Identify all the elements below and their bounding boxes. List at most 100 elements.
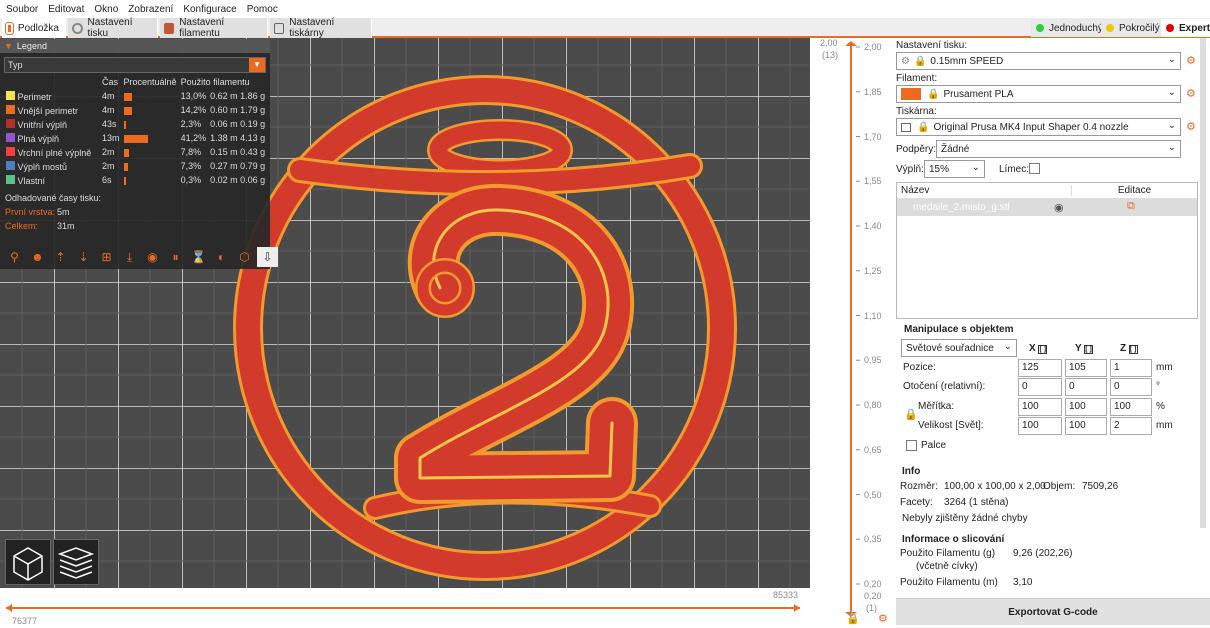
chevron-down-icon[interactable]: ▼: [249, 58, 265, 72]
legend-row[interactable]: Plná výplň 13m 41,2% 1.38 m 4.13 g: [4, 131, 267, 145]
center-of-gravity-icon[interactable]: ◐: [211, 247, 232, 267]
infill-select[interactable]: 15% ⌄: [924, 160, 985, 178]
legend-row-time: 4m: [102, 105, 115, 115]
menu-editovat[interactable]: Editovat: [48, 4, 84, 15]
horizontal-slider-track: [6, 604, 800, 612]
inches-checkbox[interactable]: [906, 440, 917, 451]
position-x-input[interactable]: 125: [1018, 359, 1062, 377]
legend-row[interactable]: Výplň mostů 2m 7,3% 0.27 m 0.79 g: [4, 159, 267, 173]
edit-object-icon[interactable]: ⧉: [1127, 200, 1135, 213]
tab-print-settings[interactable]: Nastavení tisku: [68, 17, 158, 39]
legend-row[interactable]: Perimetr 4m 13,0% 0.62 m 1.86 g: [4, 89, 267, 103]
deretractions-icon[interactable]: ⇣: [73, 247, 94, 267]
printer-icon: [274, 22, 285, 34]
legend-header[interactable]: ▼ Legend: [0, 39, 270, 53]
chevron-down-icon: ⌄: [1167, 120, 1176, 131]
vertical-layer-slider[interactable]: 2,00 (13) 2,00 1,85 1,70 1,55 1,40 1,25 1,10 0,…: [810, 38, 896, 625]
filament-color-swatch[interactable]: [901, 88, 921, 100]
legend-row-time: 43s: [102, 119, 117, 129]
color-changes-icon[interactable]: ◉: [142, 247, 163, 267]
tab-podlozka[interactable]: Podložka: [2, 18, 66, 38]
size-x-input[interactable]: 100: [1018, 417, 1062, 435]
mode-expert[interactable]: Expert: [1161, 19, 1210, 37]
filament-profile-select[interactable]: 🔒 Prusament PLA ⌄: [896, 85, 1181, 103]
tab-filament-settings[interactable]: Nastavení filamentu: [160, 17, 268, 39]
position-z-input[interactable]: 1: [1110, 359, 1152, 377]
info-facets-value: 3264 (1 stěna): [944, 497, 1009, 508]
mode-simple[interactable]: Jednoduchý: [1031, 19, 1108, 37]
print-profile-select[interactable]: ⚙ 🔒 0.15mm SPEED ⌄: [896, 52, 1181, 70]
export-gcode-label: Exportovat G-code: [1008, 606, 1098, 618]
estimated-times-label: Odhadované časy tisku:: [5, 193, 102, 203]
horizontal-slider[interactable]: 85333 76377: [0, 588, 840, 626]
info-errors: Nebyly zjištěny žádné chyby: [902, 513, 1028, 524]
seams-icon[interactable]: ⊞: [96, 247, 117, 267]
scale-x-input[interactable]: 100: [1018, 398, 1062, 416]
legend-row[interactable]: Vnitřní výplň 43s 2,3% 0.06 m 0.19 g: [4, 117, 267, 131]
retractions-icon[interactable]: ⇡: [50, 247, 71, 267]
rotation-z-input[interactable]: 0: [1110, 378, 1152, 396]
menu-okno[interactable]: Okno: [94, 4, 118, 15]
legend-row-percent-text: 14,2%: [180, 105, 207, 115]
print-profile-value: 0.15mm SPEED: [930, 55, 1004, 67]
lock-scale-icon[interactable]: 🔒: [904, 408, 918, 421]
used-filament-g-value: 9,26 (202,26): [1013, 548, 1073, 559]
object-name: medaile_2.misto_g.stl: [913, 202, 1010, 213]
column-name-header[interactable]: Název: [897, 185, 1072, 196]
printer-label: Tiskárna:: [896, 106, 937, 117]
legend-row[interactable]: Vrchní plné výplně 2m 7,8% 0.15 m 0.43 g: [4, 145, 267, 159]
rotation-x-input[interactable]: 0: [1018, 378, 1062, 396]
size-z-input[interactable]: 2: [1110, 417, 1152, 435]
object-row[interactable]: medaile_2.misto_g.stl ◉ ⧉: [897, 199, 1197, 216]
legend-row-time: 13m: [102, 133, 120, 143]
legend-row[interactable]: Vnější perimetr 4m 14,2% 0.60 m 1.79 g: [4, 103, 267, 117]
settings-gear-icon[interactable]: ⚙: [878, 612, 888, 625]
menu-konfigurace[interactable]: Konfigurace: [183, 4, 236, 15]
edit-print-profile-icon[interactable]: ⚙: [1186, 55, 1198, 67]
legend-row-filament: 0.62 m 1.86 g: [208, 89, 267, 103]
edit-printer-profile-icon[interactable]: ⚙: [1186, 121, 1198, 133]
tab-bar: Podložka Nastavení tisku Nastavení filam…: [0, 17, 1210, 39]
tool-marker-icon[interactable]: ⇩: [257, 247, 278, 267]
printer-profile-select[interactable]: 🔒 Original Prusa MK4 Input Shaper 0.4 no…: [896, 118, 1181, 136]
legend-row[interactable]: Vlastní 6s 0,3% 0.02 m 0.06 g: [4, 173, 267, 187]
3d-view-button[interactable]: [5, 539, 51, 585]
tab-label: Nastavení filamentu: [179, 17, 225, 39]
scale-y-input[interactable]: 100: [1065, 398, 1107, 416]
coordinate-system-select[interactable]: Světové souřadnice ⌄: [901, 339, 1017, 357]
object-list: Název Editace medaile_2.misto_g.stl ◉ ⧉: [896, 182, 1198, 319]
total-label: Celkem:: [5, 221, 39, 231]
edit-filament-profile-icon[interactable]: ⚙: [1186, 88, 1198, 100]
supports-select[interactable]: Žádné ⌄: [936, 140, 1181, 158]
brim-label: Límec:: [999, 164, 1030, 175]
menu-soubor[interactable]: Soubor: [6, 4, 38, 15]
wipe-icon[interactable]: ☻: [27, 247, 48, 267]
column-edit-header[interactable]: Editace: [1072, 185, 1197, 196]
tool-changes-icon[interactable]: ⤓: [119, 247, 140, 267]
lock-icon[interactable]: 🔒: [846, 612, 860, 625]
eye-icon[interactable]: ◉: [1054, 201, 1064, 214]
pause-icon[interactable]: ⏸: [165, 247, 186, 267]
red-dot-icon: [1166, 24, 1174, 32]
menu-zobrazeni[interactable]: Zobrazení: [128, 4, 173, 15]
travel-icon[interactable]: ⚲: [4, 247, 25, 267]
export-gcode-button[interactable]: Exportovat G-code: [896, 598, 1210, 625]
size-y-input[interactable]: 100: [1065, 417, 1107, 435]
brim-checkbox[interactable]: [1029, 163, 1040, 174]
position-label: Pozice:: [903, 362, 936, 373]
menu-pomoc[interactable]: Pomoc: [247, 4, 278, 15]
custom-gcode-icon[interactable]: ⌛: [188, 247, 209, 267]
filament-profile-value: Prusament PLA: [943, 88, 1014, 100]
tab-printer-settings[interactable]: Nastavení tiskárny: [270, 17, 372, 39]
position-y-input[interactable]: 105: [1065, 359, 1107, 377]
used-filament-m-value: 3,10: [1013, 577, 1033, 588]
rotation-y-input[interactable]: 0: [1065, 378, 1107, 396]
preview-button[interactable]: [53, 539, 99, 585]
legend-row-meters: 0.27 m: [210, 161, 238, 171]
collapse-triangle-icon[interactable]: ▼: [4, 41, 13, 51]
legend-type-select[interactable]: Typ ▼: [4, 57, 266, 73]
mode-advanced[interactable]: Pokročilý: [1101, 19, 1165, 37]
sidebar-scrollbar[interactable]: [1200, 38, 1206, 528]
shells-icon[interactable]: ⬡: [234, 247, 255, 267]
scale-z-input[interactable]: 100: [1110, 398, 1152, 416]
